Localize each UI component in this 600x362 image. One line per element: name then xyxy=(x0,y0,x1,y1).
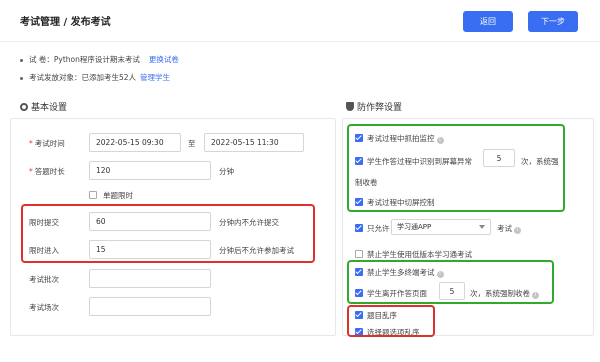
highlight-box-green xyxy=(347,124,565,212)
batch-label: 考试批次 xyxy=(29,275,59,284)
back-button[interactable]: 返回 xyxy=(463,11,513,32)
only-allow-checkbox[interactable] xyxy=(355,224,363,232)
basic-settings-label: 基本设置 xyxy=(31,103,68,113)
target-label: 考试发放对象： xyxy=(29,73,82,82)
basic-settings-title: 基本设置 xyxy=(20,100,67,113)
highlight-box-red xyxy=(21,204,315,263)
to-label: 至 xyxy=(188,139,196,148)
duration-label: * 答题时长 xyxy=(29,167,65,176)
basic-settings-panel: * 考试时间 2022-05-15 09:30 至 2022-05-15 11:3… xyxy=(10,118,336,336)
paper-label: 试 卷： xyxy=(29,55,54,64)
app-select[interactable]: 学习通APP xyxy=(391,219,491,235)
low-version-checkbox[interactable] xyxy=(355,250,363,258)
gear-icon xyxy=(20,103,28,111)
info-icon: i xyxy=(514,227,521,234)
paper-name: Python程序设计期末考试 xyxy=(53,55,140,64)
chevron-down-icon xyxy=(479,225,485,229)
anti-cheat-title: 防作弊设置 xyxy=(346,100,402,113)
change-paper-link[interactable]: 更换试卷 xyxy=(149,55,179,64)
exam-time-label: * 考试时间 xyxy=(29,139,65,148)
low-version-label: 禁止学生使用低版本学习通考试 xyxy=(367,250,472,259)
end-time-input[interactable]: 2022-05-15 11:30 xyxy=(204,133,304,152)
highlight-box-green xyxy=(347,260,554,304)
duration-input[interactable]: 120 xyxy=(89,161,211,180)
shield-icon xyxy=(346,102,354,111)
page-header: 考试管理 / 发布考试 返回 下一步 xyxy=(0,0,600,42)
single-limit-label: 单题限时 xyxy=(103,191,133,200)
site-input[interactable] xyxy=(89,297,211,316)
target-value: 已添加考生52人 xyxy=(81,73,137,82)
app-select-value: 学习通APP xyxy=(397,223,432,231)
next-step-button[interactable]: 下一步 xyxy=(528,11,578,32)
anti-cheat-panel: 考试过程中抓拍监控 i 学生作答过程中识别到屏幕异常 5 次，系统强 制收卷 考试… xyxy=(342,118,594,337)
publish-exam-page: 考试管理 / 发布考试 返回 下一步 试 卷：Python程序设计期末考试 更换试… xyxy=(0,0,600,362)
manage-students-link[interactable]: 管理学生 xyxy=(140,73,170,82)
anti-cheat-label: 防作弊设置 xyxy=(357,103,403,113)
paper-info: 试 卷：Python程序设计期末考试 更换试卷 xyxy=(20,54,179,65)
only-allow-label: 只允许 xyxy=(367,224,390,233)
target-info: 考试发放对象：已添加考生52人 管理学生 xyxy=(20,72,170,83)
start-time-input[interactable]: 2022-05-15 09:30 xyxy=(89,133,181,152)
site-label: 考试场次 xyxy=(29,303,59,312)
single-limit-checkbox[interactable] xyxy=(89,191,97,199)
highlight-box-red xyxy=(347,305,435,337)
exam-label: 考试 i xyxy=(497,223,521,234)
bullet-dot xyxy=(20,76,23,80)
page-title: 考试管理 / 发布考试 xyxy=(20,17,111,28)
duration-unit: 分钟 xyxy=(219,167,234,176)
bullet-dot xyxy=(20,58,23,62)
batch-input[interactable] xyxy=(89,269,211,288)
